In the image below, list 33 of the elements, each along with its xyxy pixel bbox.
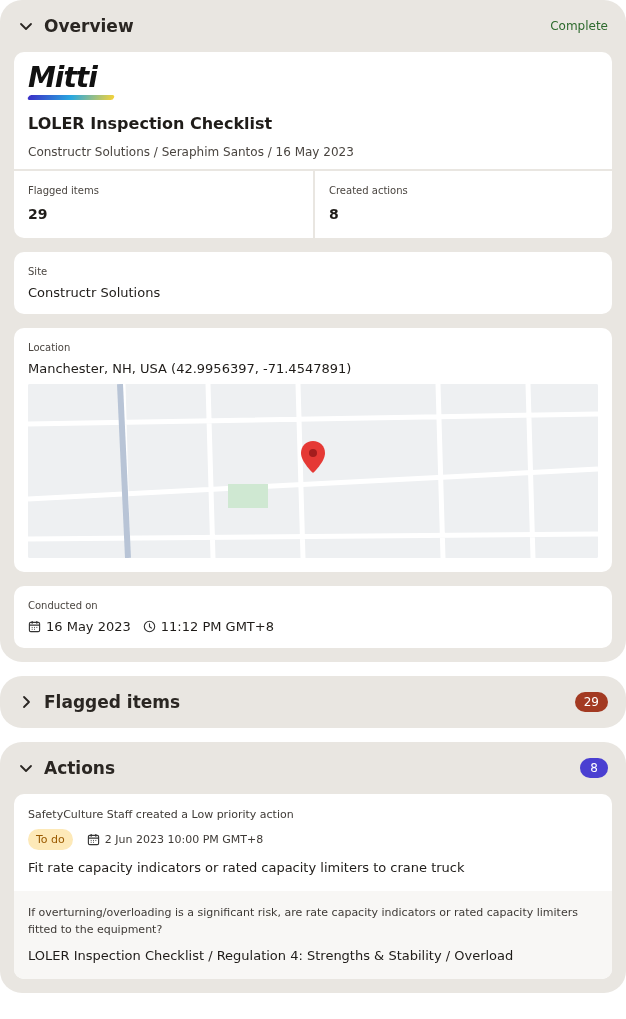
report-subtitle: Constructr Solutions / Seraphim Santos / 16 May 2023 <box>28 145 355 159</box>
date-text: 16 May 2023 <box>46 619 131 634</box>
calendar-icon <box>86 833 100 846</box>
count-badge: 8 <box>580 758 608 778</box>
stat-label: Flagged items <box>28 185 100 196</box>
question-text: If overturning/overloading is a significant risk, are rate capacity indicators or rated capacity limiters fitted to the equipment? <box>28 905 579 938</box>
calendar-icon <box>28 620 41 633</box>
section-title: Actions <box>44 758 117 778</box>
section-header[interactable]: Flagged items 29 <box>14 676 612 728</box>
section-title: Overview <box>44 16 135 36</box>
clock-icon <box>142 620 156 633</box>
section-title: Flagged items <box>44 692 182 712</box>
stat-value: 8 <box>329 206 340 222</box>
action-title: Fit rate capacity indicators or rated capacity limiters to crane truck <box>28 860 466 875</box>
action-card[interactable] <box>14 794 612 979</box>
question-path: LOLER Inspection Checklist / Regulation 4: Strengths & Stability / Overload <box>28 948 515 963</box>
field-label: Location <box>28 342 72 353</box>
stat-label: Created actions <box>329 185 409 196</box>
time-text: 11:12 PM GMT+8 <box>160 619 274 634</box>
section-header[interactable]: Actions 8 <box>14 742 612 794</box>
stat-value: 29 <box>28 206 49 222</box>
company-logo: Mitti <box>28 64 114 100</box>
field-label: Site <box>28 266 49 277</box>
section-header[interactable]: Overview Complete <box>14 0 612 52</box>
due-date: 2 Jun 2023 10:00 PM GMT+8 <box>104 833 264 846</box>
count-badge: 29 <box>574 692 608 712</box>
field-label: Conducted on <box>28 600 99 611</box>
field-value: Constructr Solutions <box>28 285 162 300</box>
status-label: Complete <box>550 19 608 33</box>
report-title: LOLER Inspection Checklist <box>28 114 274 133</box>
field-value: Manchester, NH, USA (42.9956397, -71.4547891) <box>28 361 353 376</box>
action-creator: SafetyCulture Staff created a Low priority action <box>28 808 295 821</box>
status-pill: To do <box>28 829 73 850</box>
